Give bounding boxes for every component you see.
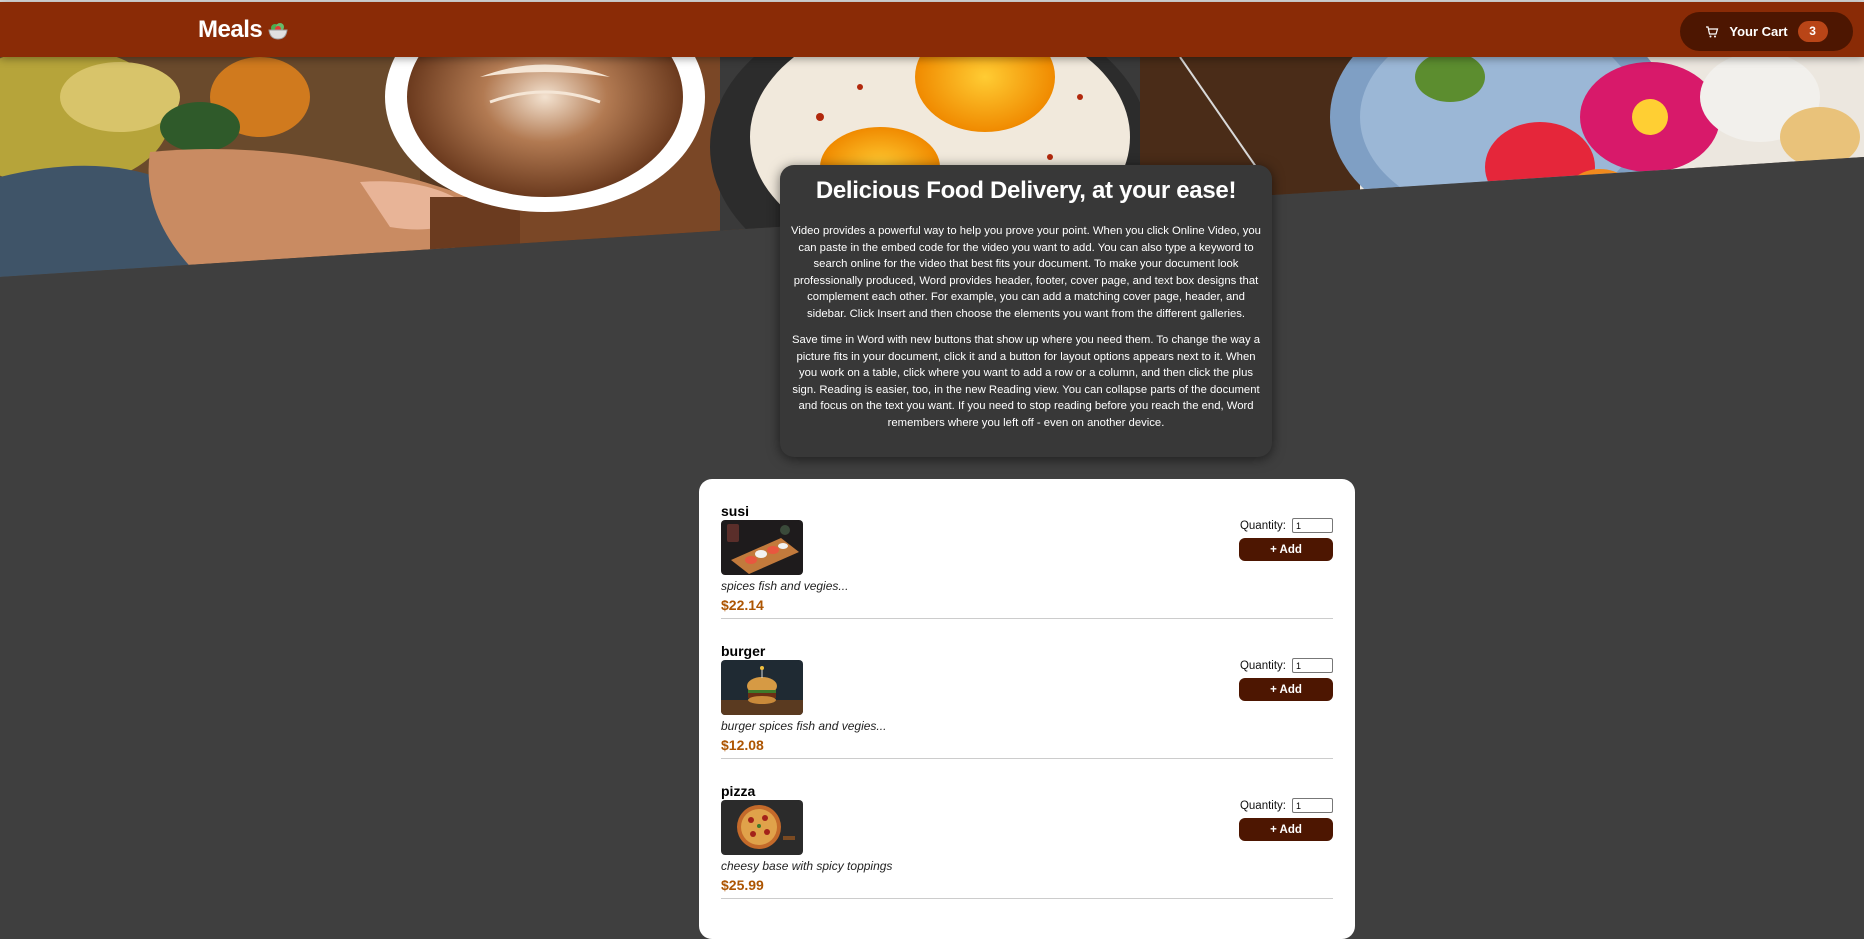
meal-description: cheesy base with spicy toppings: [721, 859, 893, 873]
summary-card: Delicious Food Delivery, at your ease! V…: [780, 165, 1272, 457]
summary-title: Delicious Food Delivery, at your ease!: [815, 177, 1237, 204]
quantity-input[interactable]: [1292, 518, 1333, 533]
meal-image-pizza: [721, 800, 803, 855]
cart-label: Your Cart: [1729, 24, 1788, 39]
add-to-cart-button[interactable]: + Add: [1239, 818, 1333, 841]
quantity-input[interactable]: [1292, 798, 1333, 813]
summary-paragraph-1: Video provides a powerful way to help yo…: [791, 225, 1261, 320]
meal-image-susi: [721, 520, 803, 575]
logo: Meals: [198, 16, 289, 44]
add-to-cart-button[interactable]: + Add: [1239, 678, 1333, 701]
main-header: Meals Your Cart 3: [0, 2, 1864, 57]
summary-paragraph-2: Save time in Word with new buttons that …: [791, 334, 1261, 429]
salad-bowl-icon: [267, 19, 289, 41]
logo-text: Meals: [198, 16, 263, 43]
meal-name: pizza: [721, 783, 756, 799]
meal-item-burger: burger burger spices fish and vegies... …: [721, 619, 1333, 759]
quantity-input[interactable]: [1292, 658, 1333, 673]
meals-list: susi spices fish and vegies... $22.14 Qu…: [699, 479, 1355, 939]
meal-name: susi: [721, 503, 750, 519]
meal-description: spices fish and vegies...: [721, 579, 849, 593]
cart-icon: [1705, 25, 1719, 39]
meal-price: $22.14: [721, 597, 764, 613]
add-to-cart-button[interactable]: + Add: [1239, 538, 1333, 561]
meal-add-form: Quantity: + Add: [1239, 518, 1333, 561]
meal-item-pizza: pizza cheesy base with spicy toppings $2…: [721, 759, 1333, 899]
meal-description: burger spices fish and vegies...: [721, 719, 887, 733]
cart-count-badge: 3: [1797, 21, 1828, 42]
meal-item-susi: susi spices fish and vegies... $22.14 Qu…: [721, 479, 1333, 619]
meal-add-form: Quantity: + Add: [1239, 658, 1333, 701]
meal-name: burger: [721, 643, 766, 659]
quantity-label: Quantity:: [1239, 519, 1286, 532]
quantity-label: Quantity:: [1239, 659, 1286, 672]
quantity-row: Quantity:: [1240, 798, 1333, 813]
cart-button[interactable]: Your Cart 3: [1680, 12, 1853, 51]
meal-image-burger: [721, 660, 803, 715]
meal-price: $25.99: [721, 877, 764, 893]
quantity-row: Quantity:: [1240, 658, 1333, 673]
quantity-label: Quantity:: [1239, 799, 1286, 812]
quantity-row: Quantity:: [1240, 518, 1333, 533]
meal-add-form: Quantity: + Add: [1239, 798, 1333, 841]
meal-price: $12.08: [721, 737, 764, 753]
